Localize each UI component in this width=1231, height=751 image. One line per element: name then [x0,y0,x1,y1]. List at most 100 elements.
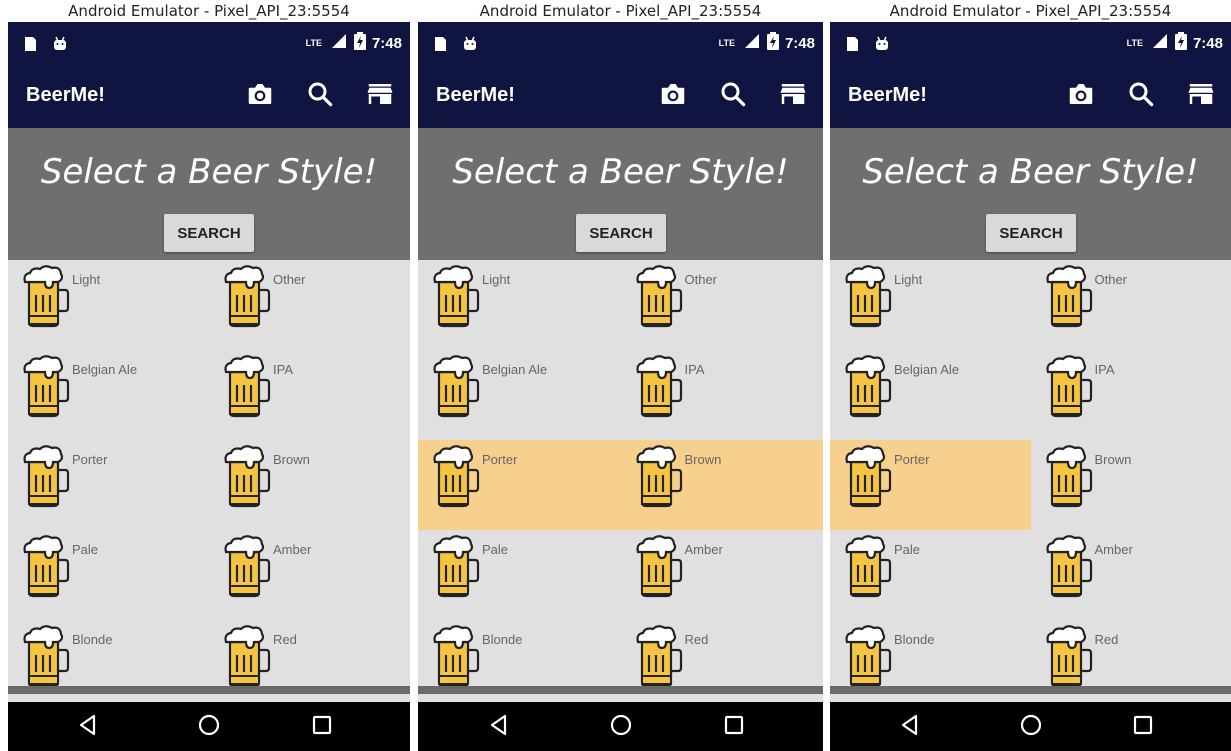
search-button[interactable] [1123,78,1159,114]
beer-style-item[interactable]: Belgian Ale [418,350,621,440]
recents-button[interactable] [1128,712,1158,742]
network-type: LTE [305,38,322,48]
beer-style-item[interactable]: Pale [8,530,209,620]
beer-style-item[interactable]: Belgian Ale [8,350,209,440]
beer-mug-icon [430,532,480,598]
emulator-panel-2: Android Emulator - Pixel_API_23:5554 LTE 7… [418,0,823,751]
beer-mug-icon [430,622,480,688]
beer-style-item[interactable]: Red [209,620,410,710]
beer-mug-icon [221,532,271,598]
beer-mug-icon [1043,262,1093,328]
beer-mug-icon [20,532,70,598]
beer-style-item[interactable]: Porter [418,440,621,530]
beer-mug-icon [633,622,683,688]
beer-mug-icon [221,262,271,328]
beer-mug-icon [633,352,683,418]
beer-style-item[interactable]: Amber [1031,530,1231,620]
beer-mug-icon [221,622,271,688]
beer-style-label: Light [894,272,923,287]
home-button[interactable] [1016,712,1046,742]
recents-button[interactable] [719,712,749,742]
recents-button[interactable] [307,712,337,742]
beer-style-item[interactable]: Light [418,260,621,350]
beer-style-item[interactable]: Blonde [418,620,621,710]
beer-mug-icon [1043,442,1093,508]
back-button[interactable] [73,712,103,742]
home-button[interactable] [606,712,636,742]
signal-icon [1149,33,1169,53]
search-submit-button[interactable]: SEARCH [164,214,254,252]
beer-mug-icon [842,442,892,508]
android-icon [462,36,478,57]
recents-icon [1131,713,1155,742]
beer-style-label: Brown [684,452,722,467]
back-button[interactable] [895,712,925,742]
beer-style-item[interactable]: Blonde [830,620,1031,710]
emulator-panel-3: Android Emulator - Pixel_API_23:5554 LTE 7… [830,0,1231,751]
search-icon [1126,79,1156,114]
navigation-bar [8,702,410,751]
camera-button[interactable] [242,78,278,114]
beer-style-label: Red [1094,632,1119,647]
beer-style-item[interactable]: Other [209,260,410,350]
store-button[interactable] [1183,78,1219,114]
home-button[interactable] [194,712,224,742]
beer-style-item[interactable]: Brown [1031,440,1231,530]
camera-button[interactable] [655,78,691,114]
page-heading: Select a Beer Style! [40,152,378,192]
beer-mug-icon [430,262,480,328]
beer-style-item[interactable]: Other [1031,260,1231,350]
beer-style-item[interactable]: Belgian Ale [830,350,1031,440]
beer-style-item[interactable]: Amber [621,530,824,620]
beer-style-item[interactable]: Other [621,260,824,350]
beer-style-item[interactable]: Pale [830,530,1031,620]
hero-section: Select a Beer Style! SEARCH [418,128,823,260]
camera-icon [658,79,688,114]
app-bar: BeerMe! [418,64,823,128]
beer-style-item[interactable]: IPA [209,350,410,440]
beer-style-item[interactable]: Red [621,620,824,710]
search-button[interactable] [302,78,338,114]
beer-mug-icon [842,622,892,688]
beer-style-label: Brown [1094,452,1132,467]
beer-style-item[interactable]: Brown [620,440,823,530]
beer-style-label: Pale [894,542,921,557]
beer-style-item[interactable]: Porter [8,440,209,530]
beer-style-item[interactable]: Brown [209,440,410,530]
beer-style-label: Pale [72,542,99,557]
beer-style-item[interactable]: IPA [621,350,824,440]
beer-style-label: Light [482,272,511,287]
beer-style-item[interactable]: Pale [418,530,621,620]
search-submit-button[interactable]: SEARCH [576,214,666,252]
beer-mug-icon [20,352,70,418]
navigation-bar [418,702,823,751]
store-icon [778,79,808,114]
search-submit-button[interactable]: SEARCH [986,214,1076,252]
app-title: BeerMe! [26,84,105,106]
beer-style-item[interactable]: Porter [830,440,1031,530]
navigation-bar [830,702,1231,751]
camera-icon [1066,79,1096,114]
store-icon [1186,79,1216,114]
divider [8,686,410,694]
camera-button[interactable] [1063,78,1099,114]
beer-mug-icon [20,622,70,688]
beer-style-item[interactable]: Amber [209,530,410,620]
beer-style-item[interactable]: Light [8,260,209,350]
search-button[interactable] [715,78,751,114]
back-button[interactable] [484,712,514,742]
beer-style-label: Other [1094,272,1128,287]
beer-mug-icon [430,442,480,508]
store-button[interactable] [362,78,398,114]
beer-style-item[interactable]: Light [830,260,1031,350]
sd-card-icon [22,36,38,57]
beer-style-label: Blonde [482,632,523,647]
beer-style-label: Blonde [72,632,113,647]
beer-style-item[interactable]: Red [1031,620,1231,710]
beer-style-item[interactable]: Blonde [8,620,209,710]
page-heading: Select a Beer Style! [452,152,789,192]
divider [830,686,1231,694]
home-icon [609,713,633,742]
store-button[interactable] [775,78,811,114]
beer-style-item[interactable]: IPA [1031,350,1231,440]
